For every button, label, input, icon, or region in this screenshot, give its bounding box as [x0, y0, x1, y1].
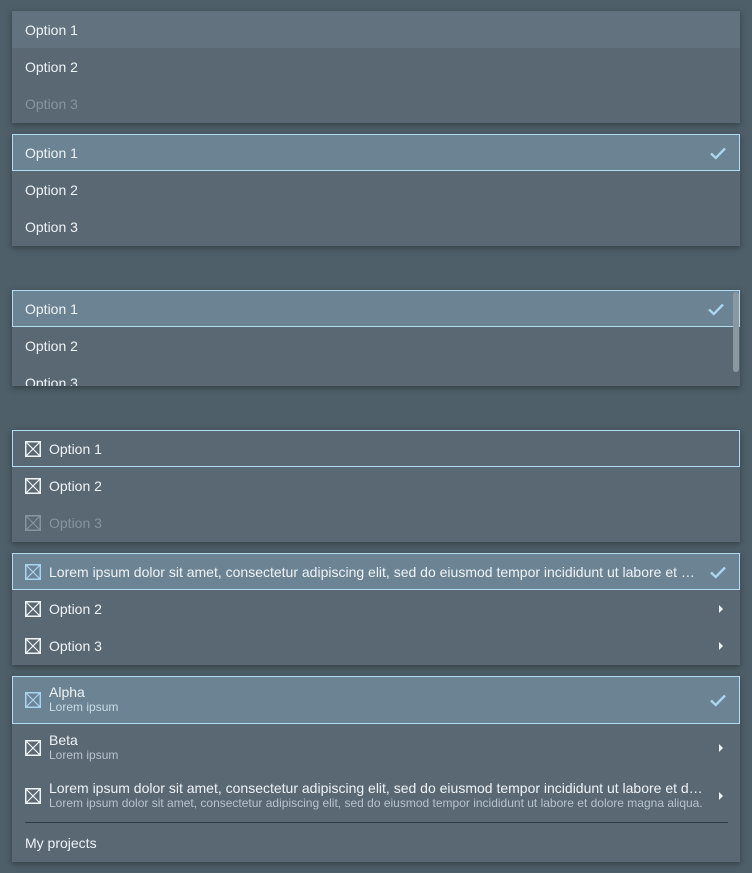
menu-item-label: Option 2 [25, 337, 78, 354]
menu-item-label: Option 3 [25, 374, 78, 387]
checkbox-cross-icon[interactable] [25, 692, 41, 708]
checkbox-cross-icon[interactable] [25, 563, 41, 580]
checkbox-cross-icon[interactable] [25, 740, 41, 756]
menu-item-label: Option 2 [25, 58, 78, 75]
menu-item-label: Option 1 [49, 440, 102, 457]
menu-item-label: Option 1 [25, 300, 78, 317]
menu-item-label: Option 3 [49, 514, 102, 531]
chevron-right-icon [714, 602, 728, 616]
menu-item-label: Option 2 [49, 600, 102, 617]
checkbox-cross-icon[interactable] [25, 600, 41, 617]
checkmark-icon [710, 694, 726, 707]
menu-item-option-3[interactable]: Option 3 [12, 627, 740, 664]
menu-item-label: Option 3 [25, 218, 78, 235]
checkbox-cross-icon[interactable] [25, 440, 41, 457]
menu-item-beta[interactable]: Beta Lorem ipsum [12, 724, 740, 772]
checkbox-cross-icon[interactable] [25, 477, 41, 494]
menu-item-option-2[interactable]: Option 2 [12, 590, 740, 627]
menu-item-alpha[interactable]: Alpha Lorem ipsum [12, 676, 740, 724]
menu-item-subtitle: Lorem ipsum [49, 748, 119, 762]
menu-item-subtitle: Lorem ipsum dolor sit amet, consectetur … [49, 796, 703, 810]
menu-item-my-projects[interactable]: My projects [12, 824, 740, 861]
menu-item-option-1[interactable]: Option 1 [12, 134, 740, 171]
menu-item-label: Option 1 [25, 144, 78, 161]
menu-item-label: Lorem ipsum dolor sit amet, consectetur … [49, 563, 699, 580]
menu-item-option-1[interactable]: Option 1 [12, 11, 740, 48]
menu-item-label: Option 2 [25, 181, 78, 198]
menu-item-title: Lorem ipsum dolor sit amet, consectetur … [49, 781, 704, 796]
menu-divider [25, 822, 728, 823]
menu-item-label: Option 3 [25, 95, 78, 112]
menu-checkbox-submenu: Lorem ipsum dolor sit amet, consectetur … [12, 553, 740, 665]
menu-item-option-2[interactable]: Option 2 [12, 467, 740, 504]
menu-item-option-1[interactable]: Option 1 [12, 290, 740, 327]
chevron-right-icon [714, 639, 728, 653]
checkbox-cross-icon [25, 514, 41, 531]
menu-item-option-2[interactable]: Option 2 [12, 48, 740, 85]
menu-item-label: My projects [25, 834, 97, 851]
menu-item-lorem[interactable]: Lorem ipsum dolor sit amet, consectetur … [12, 772, 740, 820]
menu-basic: Option 1 Option 2 Option 3 [12, 11, 740, 123]
menu-scrollable: Option 1 Option 2 Option 3 [12, 290, 740, 386]
menu-item-subtitle: Lorem ipsum [49, 700, 119, 714]
menu-checkbox: Option 1 Option 2 Option 3 [12, 430, 740, 542]
menu-item-option-3: Option 3 [12, 504, 740, 541]
menu-item-label: Option 3 [49, 637, 102, 654]
checkmark-icon [710, 566, 726, 579]
menu-item-label: Option 1 [25, 21, 78, 38]
scrollbar-thumb[interactable] [733, 292, 739, 372]
menu-item-label: Option 2 [49, 477, 102, 494]
menu-item-option-2[interactable]: Option 2 [12, 171, 740, 208]
menu-item-title: Beta [49, 733, 78, 748]
menu-item-title: Alpha [49, 685, 85, 700]
chevron-right-icon [714, 789, 728, 803]
chevron-right-icon [714, 741, 728, 755]
menu-item-option-3: Option 3 [12, 85, 740, 122]
menu-item-option-2[interactable]: Option 2 [12, 327, 740, 364]
menu-item-lorem[interactable]: Lorem ipsum dolor sit amet, consectetur … [12, 553, 740, 590]
checkbox-cross-icon[interactable] [25, 788, 41, 804]
checkmark-icon [708, 303, 724, 316]
checkmark-icon [710, 147, 726, 160]
checkbox-cross-icon[interactable] [25, 637, 41, 654]
menu-item-option-3[interactable]: Option 3 [12, 364, 740, 387]
menu-item-option-1[interactable]: Option 1 [12, 430, 740, 467]
menu-two-line: Alpha Lorem ipsum Beta Lorem ipsum Lorem… [12, 676, 740, 862]
menu-item-option-3[interactable]: Option 3 [12, 208, 740, 245]
menu-selectable: Option 1 Option 2 Option 3 [12, 134, 740, 246]
